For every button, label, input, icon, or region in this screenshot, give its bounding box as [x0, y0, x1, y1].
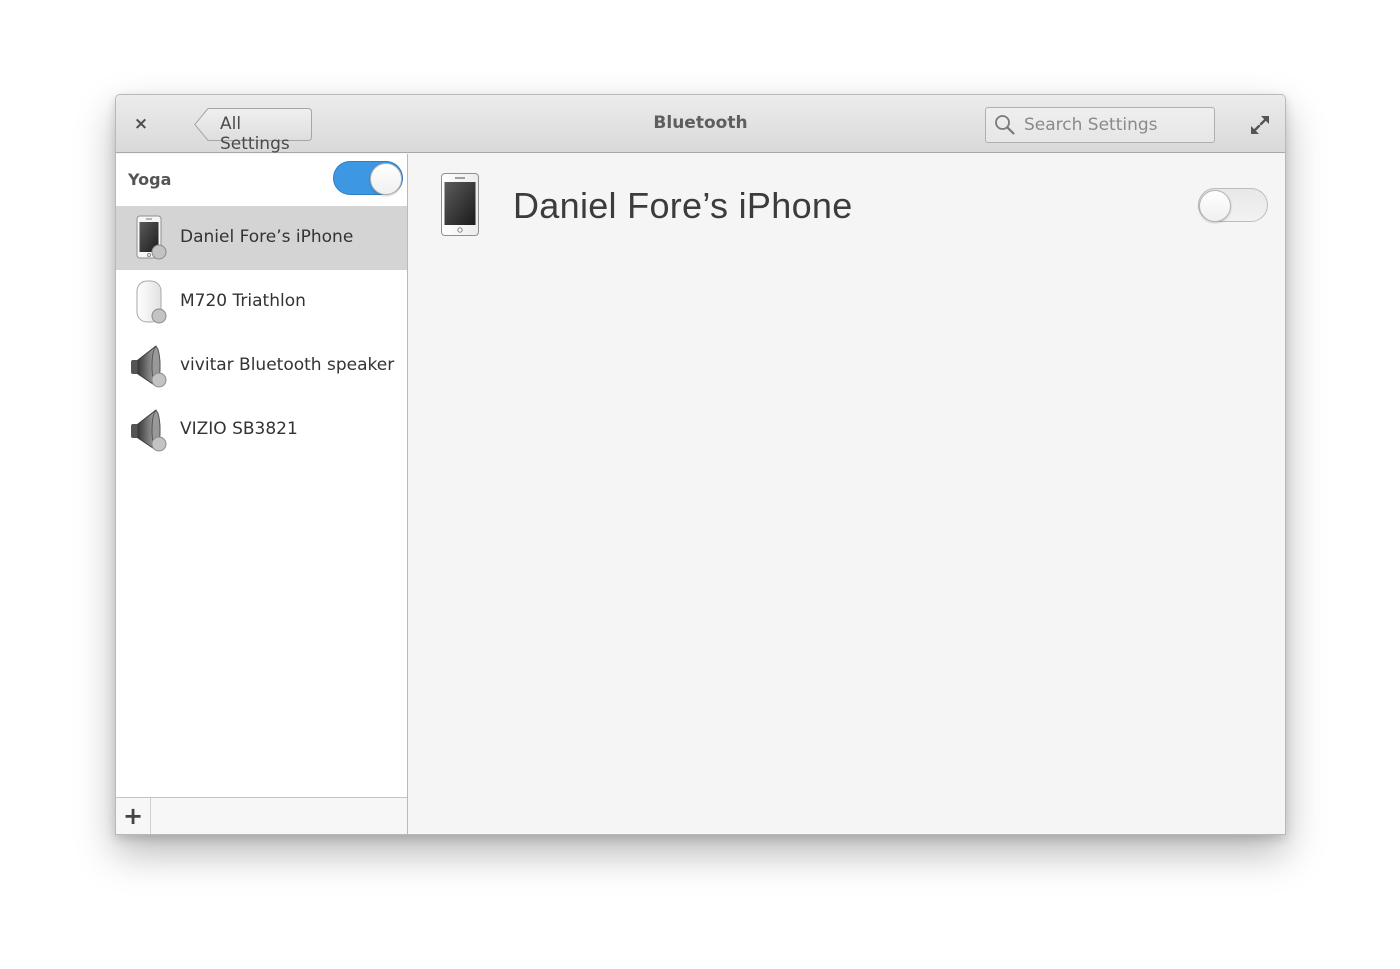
search-input[interactable]	[1024, 115, 1204, 135]
search-icon	[986, 108, 1024, 142]
speaker-icon	[131, 409, 167, 452]
plus-icon: +	[122, 802, 144, 830]
device-label: VIZIO SB3821	[180, 419, 298, 439]
adapter-row: Yoga	[116, 154, 407, 206]
search-box[interactable]	[985, 107, 1215, 143]
settings-window: × All Settings Bluetooth Search Settings…	[115, 94, 1286, 835]
device-item-mouse[interactable]: M720 Triathlon	[116, 270, 407, 334]
device-detail-title: Daniel Fore’s iPhone	[513, 185, 853, 226]
device-item-vizio[interactable]: VIZIO SB3821	[116, 398, 407, 462]
phone-icon	[136, 215, 167, 260]
device-list: Daniel Fore’s iPhone M720 Triathlon vivi…	[116, 206, 407, 462]
device-label: Daniel Fore’s iPhone	[180, 227, 354, 247]
switch-knob	[370, 163, 402, 195]
adapter-power-switch[interactable]	[333, 161, 403, 195]
speaker-icon	[131, 345, 167, 388]
add-device-button[interactable]: +	[116, 798, 151, 834]
mouse-icon	[136, 280, 167, 324]
sidebar-footer: +	[116, 797, 407, 834]
sidebar: Yoga Daniel Fore’s iPhone M720 Triathlon…	[116, 154, 408, 834]
device-item-iphone[interactable]: Daniel Fore’s iPhone	[116, 206, 407, 270]
maximize-button[interactable]	[1248, 113, 1272, 137]
header-bar: × All Settings Bluetooth	[116, 95, 1285, 154]
adapter-name: Yoga	[128, 170, 172, 189]
maximize-icon	[1251, 116, 1269, 134]
device-item-vivitar-speaker[interactable]: vivitar Bluetooth speaker	[116, 334, 407, 398]
device-label: vivitar Bluetooth speaker	[180, 355, 395, 375]
switch-knob	[1199, 190, 1231, 222]
device-label: M720 Triathlon	[180, 291, 306, 311]
device-detail-pane: Daniel Fore’s iPhone	[409, 154, 1285, 834]
device-connect-switch[interactable]	[1198, 188, 1268, 222]
phone-icon	[441, 173, 479, 236]
